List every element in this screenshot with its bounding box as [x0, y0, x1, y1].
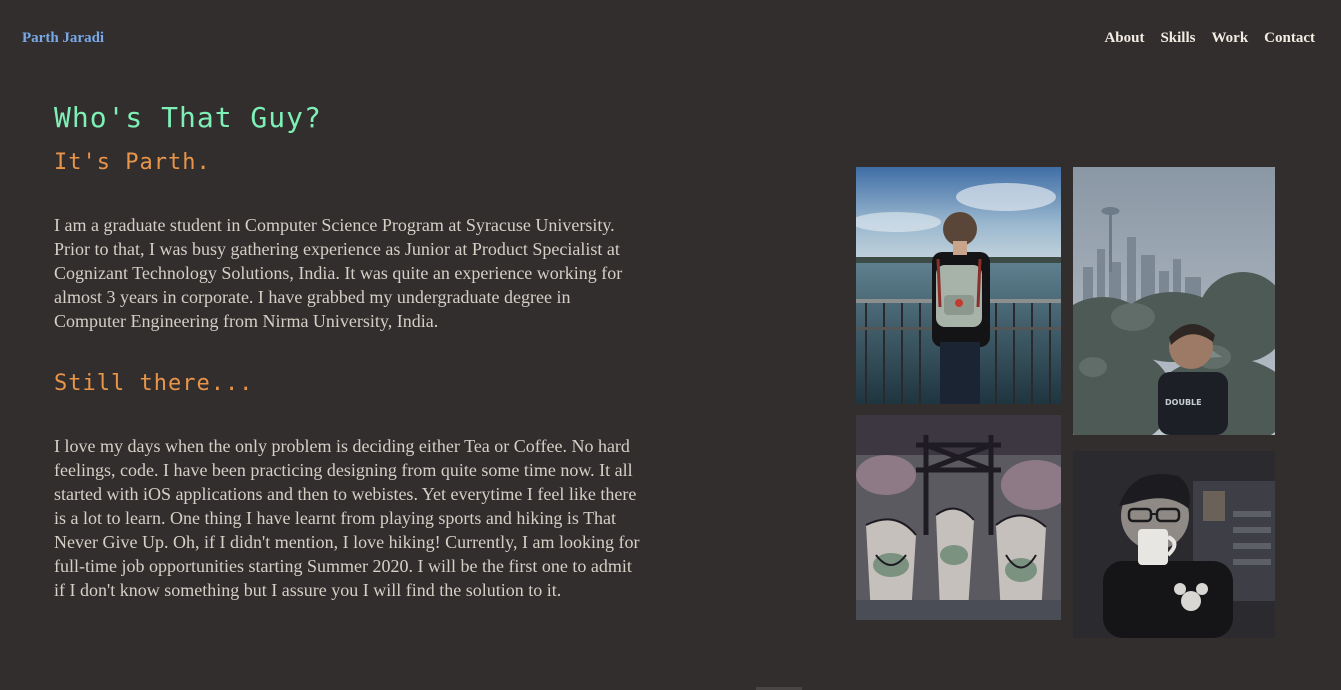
intro-paragraph: I am a graduate student in Computer Scie…	[54, 215, 623, 331]
brand-link[interactable]: Parth Jaradi	[22, 30, 104, 47]
svg-text:DOUBLE: DOUBLE	[1165, 398, 1202, 407]
intro-subtitle: It's Parth.	[54, 150, 211, 175]
nav-about[interactable]: About	[1104, 30, 1144, 47]
nav-contact[interactable]: Contact	[1264, 30, 1315, 47]
about-section: Who's That Guy? It's Parth. I am a gradu…	[54, 98, 654, 602]
nav-work[interactable]: Work	[1211, 30, 1248, 47]
still-there-subtitle: Still there...	[54, 371, 254, 396]
photo-skyline: DOUBLE	[1073, 167, 1275, 435]
main-nav: About Skills Work Contact	[1104, 30, 1315, 47]
hobbies-paragraph: I love my days when the only problem is …	[54, 436, 640, 600]
nav-skills[interactable]: Skills	[1160, 30, 1195, 47]
page-title: Who's That Guy?	[54, 101, 322, 134]
photo-coffee	[1073, 451, 1275, 638]
photo-waterfront	[856, 167, 1061, 404]
photo-graffiti	[856, 415, 1061, 620]
